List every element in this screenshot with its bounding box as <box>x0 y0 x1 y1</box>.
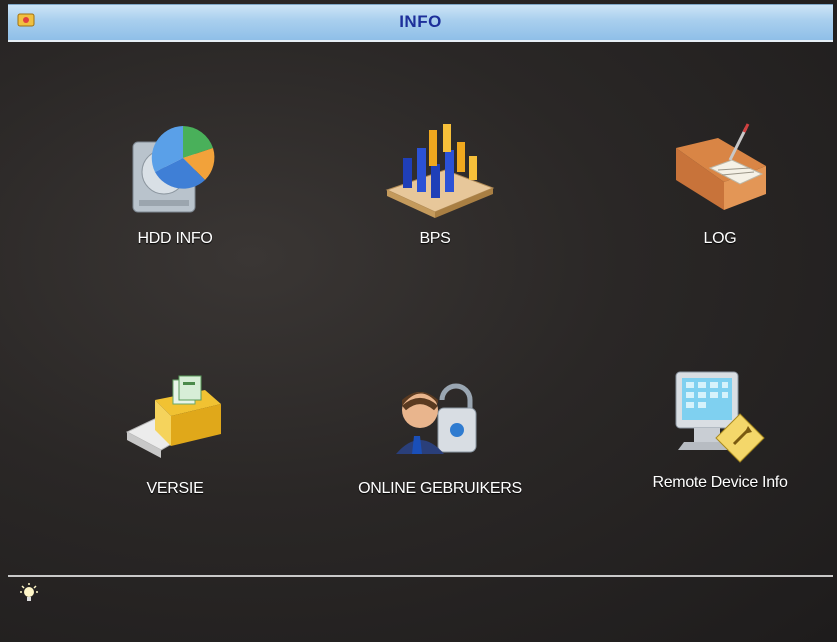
hdd-info-item[interactable]: HDD INFO <box>85 120 265 270</box>
online-users-icon <box>396 383 477 454</box>
hdd-pie-chart-icon <box>132 126 215 213</box>
bps-label: BPS <box>419 230 451 247</box>
log-item[interactable]: LOG <box>630 120 810 270</box>
remote-device-info-item[interactable]: Remote Device Info <box>630 368 810 518</box>
footer-divider <box>8 575 833 577</box>
online-gebruikers-item[interactable]: ONLINE GEBRUIKERS <box>350 370 530 520</box>
versie-item[interactable]: VERSIE <box>85 370 265 520</box>
light-bulb-icon[interactable] <box>18 583 40 605</box>
bps-item[interactable]: BPS <box>345 120 525 270</box>
log-book-icon <box>676 123 766 210</box>
title-bar: INFO <box>8 4 833 42</box>
online-gebruikers-label: ONLINE GEBRUIKERS <box>358 480 522 497</box>
window-title: INFO <box>399 12 442 31</box>
info-screen: INFO HDD INFO BPS LOG VERSIE ONLINE GEBR… <box>0 0 837 642</box>
bar-chart-icon <box>385 124 495 218</box>
remote-device-info-label: Remote Device Info <box>652 474 788 491</box>
versie-label: VERSIE <box>146 480 204 497</box>
log-label: LOG <box>703 230 737 247</box>
version-box-icon <box>125 375 221 458</box>
remote-device-monitor-icon <box>675 371 765 463</box>
hdd-info-label: HDD INFO <box>137 230 213 247</box>
